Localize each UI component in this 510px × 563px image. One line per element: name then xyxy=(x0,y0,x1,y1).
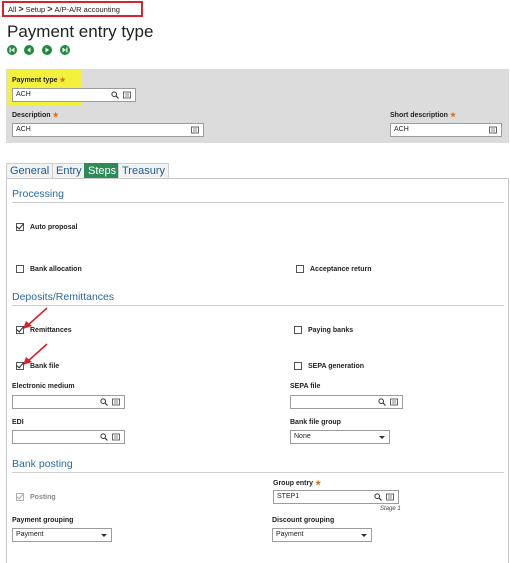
first-icon[interactable] xyxy=(7,45,17,55)
group-entry-label: Group entry ★ xyxy=(273,480,322,487)
section-title-bank-posting: Bank posting xyxy=(12,458,73,470)
breadcrumb-separator-icon: > xyxy=(47,4,53,14)
divider xyxy=(12,305,504,306)
next-icon[interactable] xyxy=(42,45,52,55)
paying-banks-checkbox[interactable] xyxy=(294,326,302,334)
page-title: Payment entry type xyxy=(7,22,154,41)
short-description-value: ACH xyxy=(394,126,409,133)
remittances-checkbox[interactable] xyxy=(16,326,24,334)
search-icon[interactable] xyxy=(378,398,386,406)
lookup-icon[interactable] xyxy=(489,126,497,134)
breadcrumb-item-setup[interactable]: Setup xyxy=(26,5,46,14)
previous-icon[interactable] xyxy=(24,45,34,55)
last-icon[interactable] xyxy=(60,45,70,55)
sepa-generation-checkbox[interactable] xyxy=(294,362,302,370)
tab-entry[interactable]: Entry xyxy=(52,163,86,178)
lookup-icon[interactable] xyxy=(112,433,120,441)
remittances-label: Remittances xyxy=(30,327,72,334)
tab-treasury[interactable]: Treasury xyxy=(118,163,169,178)
bank-file-group-value: None xyxy=(294,433,311,440)
search-icon[interactable] xyxy=(374,493,382,501)
description-value: ACH xyxy=(16,126,31,133)
tab-general[interactable]: General xyxy=(6,163,54,178)
breadcrumb: All > Setup > A/P-A/R accounting xyxy=(8,4,120,14)
group-entry-field[interactable]: STEP1 xyxy=(273,490,399,504)
posting-label: Posting xyxy=(30,494,56,501)
section-title-deposits: Deposits/Remittances xyxy=(12,291,115,303)
payment-type-label: Payment type ★ xyxy=(12,77,66,84)
lookup-icon[interactable] xyxy=(386,493,394,501)
lookup-icon[interactable] xyxy=(123,91,131,99)
sepa-generation-label: SEPA generation xyxy=(308,363,365,370)
search-icon[interactable] xyxy=(100,433,108,441)
bank-file-group-select[interactable]: None xyxy=(290,430,390,444)
auto-proposal-label: Auto proposal xyxy=(30,224,78,231)
sepa-file-field[interactable] xyxy=(290,395,403,409)
payment-type-field[interactable]: ACH xyxy=(12,88,136,102)
bank-allocation-checkbox[interactable] xyxy=(16,265,24,273)
lookup-icon[interactable] xyxy=(112,398,120,406)
payment-grouping-value: Payment xyxy=(16,531,44,538)
bank-allocation-label: Bank allocation xyxy=(30,266,82,273)
lookup-icon[interactable] xyxy=(191,126,199,134)
auto-proposal-checkbox[interactable] xyxy=(16,223,24,231)
search-icon[interactable] xyxy=(111,91,119,99)
tab-steps[interactable]: Steps xyxy=(84,163,121,178)
required-star-icon: ★ xyxy=(449,112,457,119)
group-entry-value: STEP1 xyxy=(277,493,300,500)
discount-grouping-select[interactable]: Payment xyxy=(272,528,372,542)
acceptance-return-label: Acceptance return xyxy=(310,266,372,273)
discount-grouping-value: Payment xyxy=(276,531,304,538)
electronic-medium-label: Electronic medium xyxy=(12,383,75,390)
paying-banks-label: Paying banks xyxy=(308,327,354,334)
breadcrumb-item-all[interactable]: All xyxy=(8,5,16,14)
bank-file-label: Bank file xyxy=(30,363,60,370)
chevron-down-icon xyxy=(101,534,107,537)
breadcrumb-item-accounting[interactable]: A/P-A/R accounting xyxy=(54,5,119,14)
chevron-down-icon xyxy=(379,436,385,439)
payment-grouping-label: Payment grouping xyxy=(12,517,74,524)
bank-file-group-label: Bank file group xyxy=(290,419,341,426)
breadcrumb-separator-icon: > xyxy=(18,4,24,14)
payment-type-value: ACH xyxy=(16,91,31,98)
payment-grouping-select[interactable]: Payment xyxy=(12,528,112,542)
sepa-file-label: SEPA file xyxy=(290,383,321,390)
bank-file-checkbox[interactable] xyxy=(16,362,24,370)
description-label: Description ★ xyxy=(12,112,59,119)
edi-field[interactable] xyxy=(12,430,125,444)
tab-content xyxy=(6,178,509,563)
section-title-processing: Processing xyxy=(12,188,64,200)
required-star-icon: ★ xyxy=(315,480,322,487)
required-star-icon: ★ xyxy=(59,77,66,84)
short-description-label: Short description ★ xyxy=(390,112,457,119)
group-entry-note: Stage 1 xyxy=(380,506,401,512)
acceptance-return-checkbox[interactable] xyxy=(296,265,304,273)
edi-label: EDI xyxy=(12,419,24,426)
required-star-icon: ★ xyxy=(52,112,59,119)
lookup-icon[interactable] xyxy=(390,398,398,406)
electronic-medium-field[interactable] xyxy=(12,395,125,409)
posting-checkbox[interactable] xyxy=(16,493,24,501)
divider xyxy=(12,202,504,203)
short-description-field[interactable]: ACH xyxy=(390,123,502,137)
description-field[interactable]: ACH xyxy=(12,123,204,137)
discount-grouping-label: Discount grouping xyxy=(272,517,335,524)
divider xyxy=(12,472,504,473)
chevron-down-icon xyxy=(361,534,367,537)
search-icon[interactable] xyxy=(100,398,108,406)
